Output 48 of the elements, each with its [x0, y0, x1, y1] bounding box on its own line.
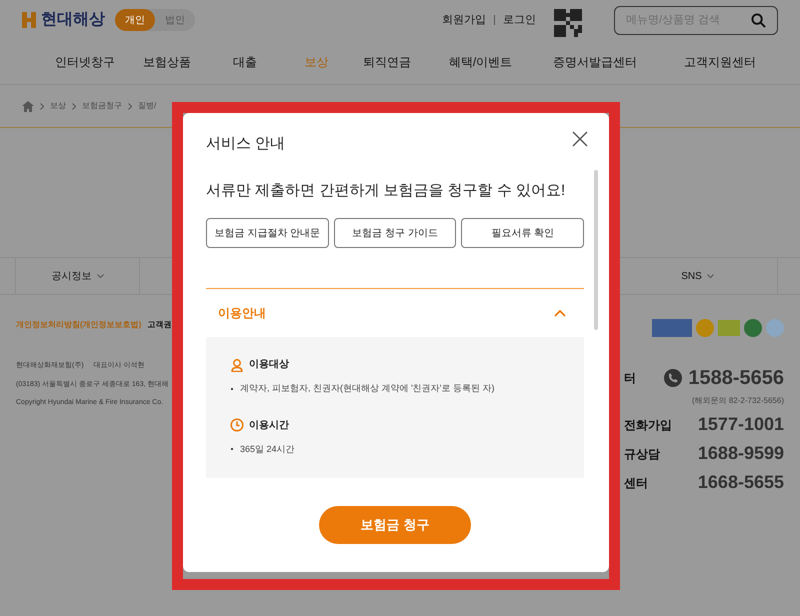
chevron-right-icon	[40, 102, 44, 110]
chevron-down-icon[interactable]	[706, 274, 714, 278]
logo-text: 현대해상	[41, 10, 105, 30]
phone-number: 1668-5655	[698, 471, 784, 494]
center-label: 터	[624, 370, 636, 387]
phone-label: 규상담	[624, 446, 660, 462]
qr-code-icon[interactable]	[554, 9, 582, 37]
phone-number: 1577-1001	[698, 413, 784, 436]
chevron-right-icon	[72, 102, 76, 110]
guide-button[interactable]: 보험금 지급절차 안내문	[206, 218, 329, 248]
breadcrumb-item[interactable]: 질병/	[138, 100, 156, 112]
phone-number: 1588-5656	[688, 366, 784, 391]
phone-label: 센터	[624, 474, 648, 492]
person-icon	[230, 358, 244, 372]
search-icon[interactable]	[751, 13, 766, 28]
nav-item[interactable]: 증명서발급센터	[553, 53, 637, 71]
footer-link[interactable]: 고객권	[147, 319, 172, 331]
nav-item[interactable]: 인터넷창구	[55, 53, 115, 71]
clock-icon	[230, 418, 244, 432]
link-divider	[494, 15, 495, 25]
dialog-headline: 서류만 제출하면 간편하게 보험금을 청구할 수 있어요!	[206, 180, 566, 200]
nav-item[interactable]: 보험상품	[143, 53, 191, 71]
info-heading: 이용시간	[249, 418, 289, 432]
info-heading: 이용대상	[249, 358, 289, 372]
phone-icon	[664, 369, 682, 387]
nav-item[interactable]: 대출	[233, 53, 257, 71]
signup-link[interactable]: 회원가입	[442, 12, 486, 28]
guide-button[interactable]: 보험금 청구 가이드	[334, 218, 456, 248]
phone-label: 전화가입	[624, 416, 672, 434]
nav-item[interactable]: 혜택/이벤트	[448, 53, 512, 71]
nav-item[interactable]: 고객지원센터	[684, 53, 756, 71]
nav-item[interactable]: 퇴직연금	[363, 53, 411, 71]
chevron-down-icon[interactable]	[96, 274, 104, 278]
home-icon[interactable]	[22, 100, 34, 112]
info-text: 계약자, 피보험자, 친권자(현대해상 계약에 '친권자'로 등록된 자)	[240, 382, 494, 395]
phone-number: 1688-9599	[698, 442, 784, 465]
close-icon[interactable]	[572, 131, 588, 147]
breadcrumb-item[interactable]: 보상	[50, 100, 66, 112]
login-link[interactable]: 로그인	[503, 12, 536, 28]
logo-icon	[22, 12, 36, 28]
caret-icon[interactable]	[554, 309, 566, 317]
breadcrumb-item[interactable]: 보험금청구	[82, 100, 122, 112]
info-text: 365일 24시간	[240, 442, 295, 456]
dialog-title: 서비스 안내	[206, 134, 286, 154]
guide-button[interactable]: 필요서류 확인	[461, 218, 584, 248]
mode-tab[interactable]: 개인	[115, 9, 155, 31]
chevron-right-icon	[128, 102, 132, 110]
overseas-phone-note: (해외문의 82-2-732-5656)	[692, 395, 784, 407]
